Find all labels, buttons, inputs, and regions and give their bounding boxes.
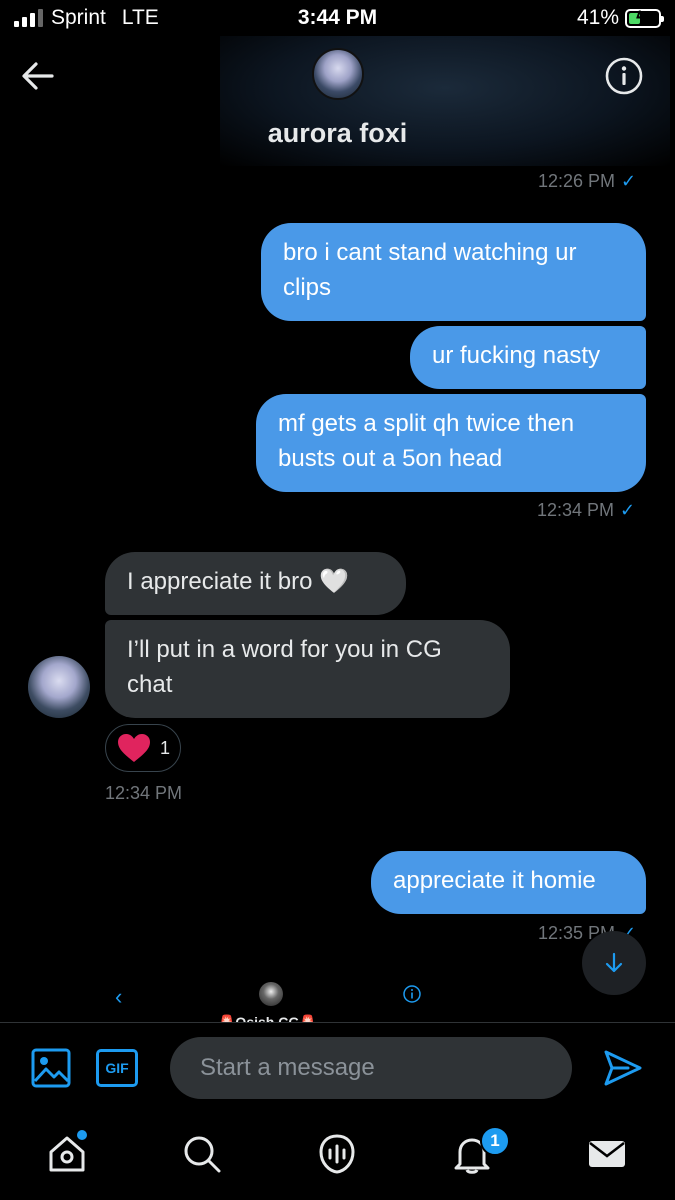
mini-avatar bbox=[259, 982, 283, 1006]
spaces-icon[interactable] bbox=[315, 1132, 359, 1176]
outgoing-message[interactable]: mf gets a split qh twice then busts out … bbox=[256, 394, 646, 492]
conversation-title[interactable]: aurora foxi bbox=[0, 118, 675, 149]
outgoing-message[interactable]: appreciate it homie bbox=[371, 851, 646, 914]
timestamp: 12:26 PM ✓ bbox=[538, 171, 636, 192]
status-right: 41% ϟ bbox=[576, 6, 664, 30]
send-icon[interactable] bbox=[602, 1047, 644, 1089]
sender-avatar[interactable] bbox=[28, 656, 90, 718]
info-icon[interactable] bbox=[604, 56, 644, 96]
message-input[interactable] bbox=[170, 1037, 572, 1099]
scroll-to-bottom-button[interactable] bbox=[582, 931, 646, 995]
image-icon[interactable] bbox=[30, 1047, 72, 1089]
read-check-icon: ✓ bbox=[621, 171, 637, 191]
mail-icon[interactable] bbox=[585, 1132, 629, 1176]
search-icon[interactable] bbox=[180, 1132, 224, 1176]
read-check-icon: ✓ bbox=[620, 500, 636, 520]
gif-button[interactable]: GIF bbox=[96, 1049, 138, 1087]
info-icon[interactable] bbox=[402, 984, 422, 1004]
incoming-message[interactable]: I appreciate it bro 🤍 bbox=[105, 552, 406, 615]
charging-bolt-icon: ϟ bbox=[636, 7, 646, 28]
message-composer: GIF bbox=[0, 1022, 675, 1116]
mini-header-name: 🚨Osish CG🚨 bbox=[218, 1014, 317, 1022]
timestamp: 12:34 PM bbox=[105, 783, 182, 804]
arrow-down-icon bbox=[605, 952, 623, 973]
header-avatar[interactable] bbox=[312, 48, 364, 100]
conversation-header: aurora foxi bbox=[0, 36, 675, 166]
timestamp-text: 12:34 PM bbox=[537, 500, 615, 520]
chevron-left-icon[interactable]: ‹ bbox=[115, 984, 122, 1010]
timestamp-text: 12:26 PM bbox=[538, 171, 616, 191]
heart-icon bbox=[118, 734, 150, 762]
battery-icon: ϟ bbox=[625, 7, 664, 28]
outgoing-message[interactable]: bro i cant stand watching ur clips bbox=[261, 223, 646, 321]
tab-bar: 1 bbox=[0, 1116, 675, 1200]
status-bar: Sprint LTE 3:44 PM 41% ϟ bbox=[0, 0, 675, 36]
incoming-message[interactable]: I’ll put in a word for you in CG chat bbox=[105, 620, 510, 718]
timestamp-text: 12:34 PM bbox=[105, 783, 183, 803]
arrow-left-icon[interactable] bbox=[20, 58, 56, 94]
notifications-badge: 1 bbox=[480, 1126, 510, 1156]
outgoing-message[interactable]: ur fucking nasty bbox=[410, 326, 646, 389]
reaction-pill[interactable]: 1 bbox=[105, 724, 181, 772]
home-new-dot bbox=[77, 1130, 87, 1140]
reaction-count: 1 bbox=[160, 737, 171, 758]
status-time: 3:44 PM bbox=[297, 6, 378, 29]
battery-percent: 41% bbox=[576, 6, 619, 29]
timestamp: 12:34 PM ✓ bbox=[537, 500, 635, 521]
